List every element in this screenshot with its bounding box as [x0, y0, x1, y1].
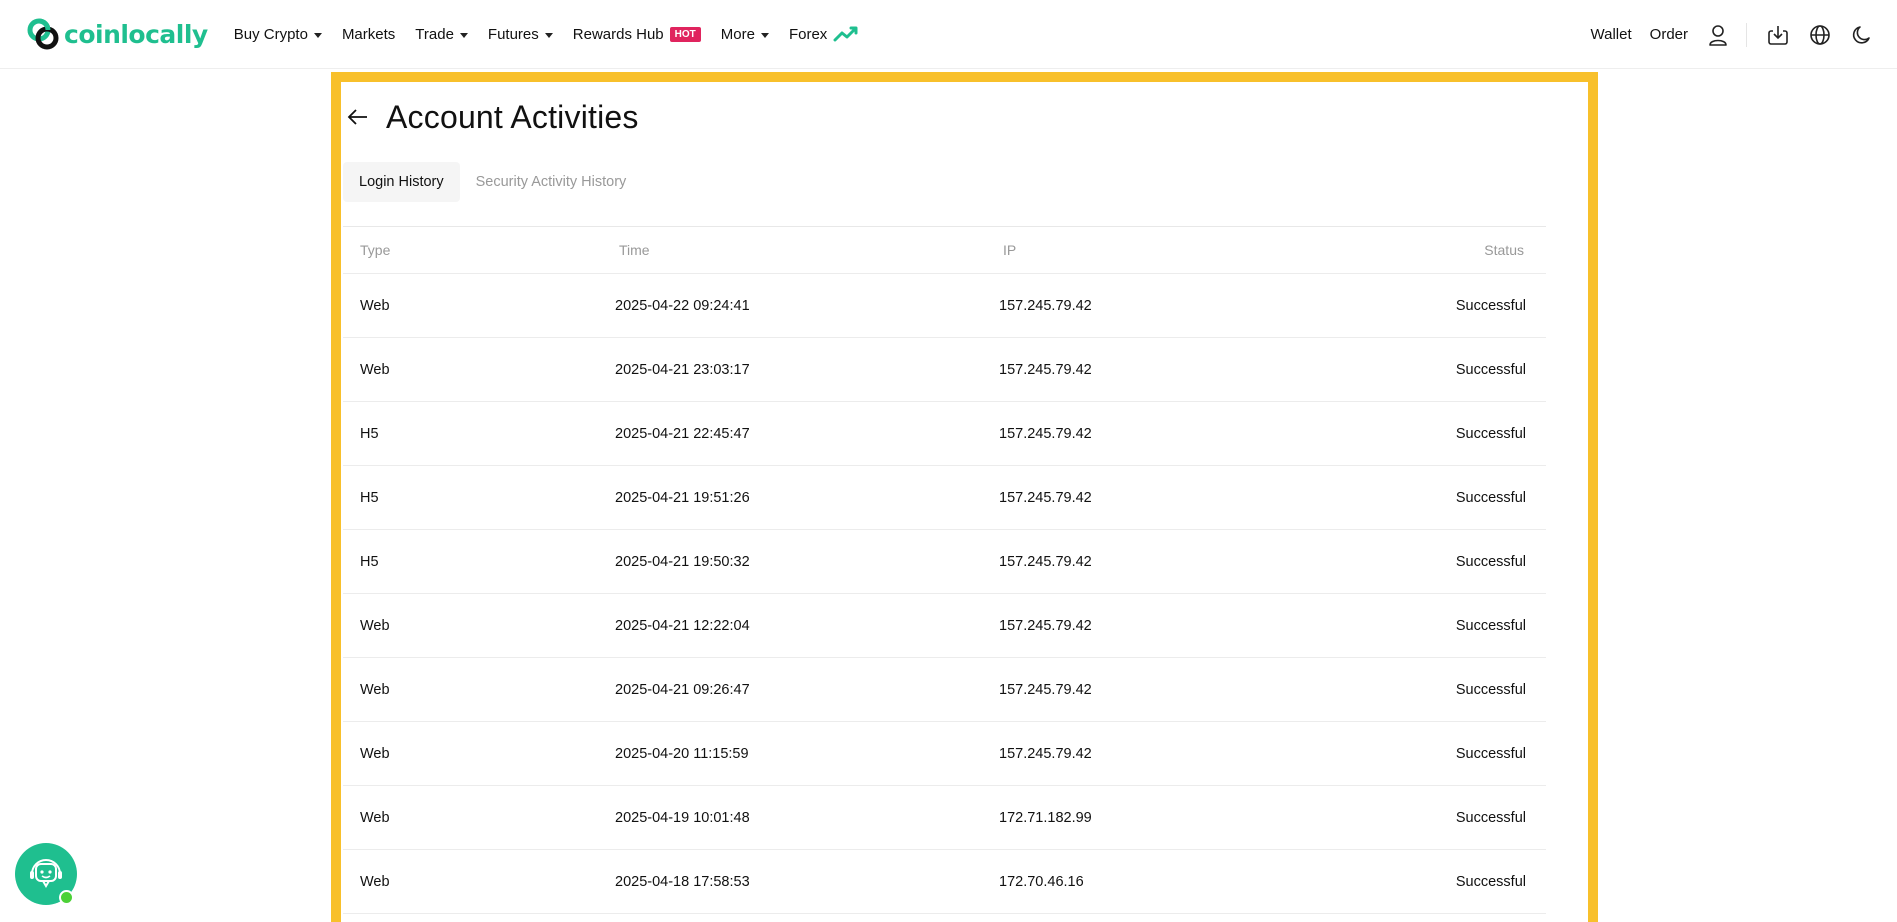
- cell-status: Successful: [1455, 489, 1526, 506]
- cell-ip: 157.245.79.42: [999, 553, 1092, 570]
- chevron-down-icon: [544, 32, 553, 38]
- cell-type: H5: [360, 425, 379, 442]
- tab-login-history[interactable]: Login History: [343, 162, 460, 202]
- cell-status: Successful: [1455, 745, 1526, 762]
- support-agent-icon: [30, 859, 62, 888]
- cell-ip: 157.245.79.42: [999, 425, 1092, 442]
- table-row: Web 2025-04-21 12:22:04 157.245.79.42 Su…: [343, 594, 1546, 658]
- chevron-down-icon: [313, 32, 322, 38]
- page-title: Account Activities: [386, 98, 639, 135]
- globe-icon[interactable]: [1809, 24, 1831, 46]
- cell-time: 2025-04-22 09:24:41: [615, 297, 750, 314]
- cell-status: Successful: [1455, 297, 1526, 314]
- nav-markets[interactable]: Markets: [342, 26, 395, 43]
- nav-markets-label: Markets: [341, 25, 396, 43]
- cell-status: Successful: [1455, 681, 1526, 698]
- table-row: H5 2025-04-21 22:45:47 157.245.79.42 Suc…: [343, 402, 1546, 466]
- nav-forex[interactable]: Forex: [789, 25, 863, 43]
- cell-type: Web: [360, 873, 390, 890]
- cell-time: 2025-04-21 09:26:47: [615, 681, 750, 698]
- cell-status: Successful: [1455, 617, 1526, 634]
- column-header-type: Type: [360, 242, 391, 258]
- moon-icon[interactable]: [1851, 24, 1873, 46]
- table-row: Web 2025-04-18 17:58:53 172.70.46.16 Suc…: [343, 850, 1546, 914]
- cell-time: 2025-04-21 19:51:26: [615, 489, 750, 506]
- cell-ip: 157.245.79.42: [999, 489, 1092, 506]
- nav-more-label: More: [720, 25, 755, 43]
- nav-rewards-hub-label: Rewards Hub: [572, 25, 664, 43]
- cell-ip: 172.70.46.16: [999, 873, 1084, 890]
- table-row: H5 2025-04-21 19:50:32 157.245.79.42 Suc…: [343, 530, 1546, 594]
- cell-type: H5: [360, 553, 379, 570]
- table-row: Web 2025-04-22 09:24:41 157.245.79.42 Su…: [343, 274, 1546, 338]
- header-right: Wallet Order: [1573, 0, 1873, 69]
- table-row: Web 2025-04-21 09:26:47 157.245.79.42 Su…: [343, 658, 1546, 722]
- cell-time: 2025-04-21 12:22:04: [615, 617, 750, 634]
- cell-type: Web: [360, 745, 390, 762]
- nav-futures[interactable]: Futures: [488, 26, 553, 43]
- activity-tabs: Login History Security Activity History: [343, 162, 1546, 202]
- chevron-down-icon: [760, 32, 769, 38]
- coinlocally-logo-icon: [27, 18, 59, 50]
- cell-type: H5: [360, 489, 379, 506]
- cell-time: 2025-04-18 17:58:53: [615, 873, 750, 890]
- brand-logo[interactable]: coinlocally: [26, 14, 208, 54]
- nav-forex-label: Forex: [788, 25, 828, 43]
- table-header: Type Time IP Status: [343, 227, 1546, 274]
- top-header: coinlocally Buy Crypto Markets Trade Fut…: [0, 0, 1897, 69]
- cell-ip: 157.245.79.42: [999, 681, 1092, 698]
- nav-trade[interactable]: Trade: [415, 26, 468, 43]
- cell-type: Web: [360, 297, 390, 314]
- user-icon[interactable]: [1708, 24, 1728, 46]
- nav-buy-crypto-label: Buy Crypto: [233, 25, 308, 43]
- table-row: Web 2025-04-20 11:15:59 157.245.79.42 Su…: [343, 722, 1546, 786]
- main-nav: Buy Crypto Markets Trade Futures Rewards…: [234, 0, 884, 69]
- title-row: Account Activities: [343, 82, 1546, 152]
- back-arrow-icon[interactable]: [345, 104, 371, 130]
- wallet-link[interactable]: Wallet: [1591, 26, 1632, 43]
- table-row: Web 2025-04-21 23:03:17 157.245.79.42 Su…: [343, 338, 1546, 402]
- cell-time: 2025-04-21 19:50:32: [615, 553, 750, 570]
- brand-name: coinlocally: [64, 19, 208, 49]
- cell-ip: 172.71.182.99: [999, 809, 1092, 826]
- table-row: H5 2025-04-21 19:51:26 157.245.79.42 Suc…: [343, 466, 1546, 530]
- online-status-dot: [59, 890, 74, 905]
- column-header-time: Time: [619, 242, 650, 258]
- cell-type: Web: [360, 361, 390, 378]
- account-activities-panel: Account Activities Login History Securit…: [343, 82, 1546, 914]
- column-header-status: Status: [1484, 242, 1524, 258]
- cell-status: Successful: [1455, 873, 1526, 890]
- table-row: Web 2025-04-19 10:01:48 172.71.182.99 Su…: [343, 786, 1546, 850]
- order-link[interactable]: Order: [1650, 26, 1688, 43]
- cell-status: Successful: [1455, 361, 1526, 378]
- cell-time: 2025-04-20 11:15:59: [615, 745, 749, 762]
- cell-time: 2025-04-21 23:03:17: [615, 361, 750, 378]
- cell-ip: 157.245.79.42: [999, 297, 1092, 314]
- cell-type: Web: [360, 681, 390, 698]
- hot-badge: HOT: [669, 26, 701, 42]
- cell-status: Successful: [1455, 553, 1526, 570]
- login-history-table: Type Time IP Status Web 2025-04-22 09:24…: [343, 226, 1546, 914]
- nav-trade-label: Trade: [415, 25, 454, 43]
- cell-ip: 157.245.79.42: [999, 745, 1092, 762]
- cell-type: Web: [360, 809, 390, 826]
- nav-more[interactable]: More: [721, 26, 769, 43]
- cell-status: Successful: [1455, 809, 1526, 826]
- header-divider: [1746, 22, 1747, 47]
- cell-time: 2025-04-19 10:01:48: [615, 809, 750, 826]
- tab-security-activity-history[interactable]: Security Activity History: [460, 162, 643, 202]
- trend-up-icon: [833, 26, 858, 42]
- nav-rewards-hub[interactable]: Rewards Hub HOT: [573, 26, 701, 43]
- nav-futures-label: Futures: [487, 25, 539, 43]
- cell-status: Successful: [1455, 425, 1526, 442]
- download-icon[interactable]: [1767, 24, 1789, 46]
- cell-type: Web: [360, 617, 390, 634]
- chevron-down-icon: [459, 32, 468, 38]
- cell-ip: 157.245.79.42: [999, 617, 1092, 634]
- column-header-ip: IP: [1003, 242, 1017, 258]
- nav-buy-crypto[interactable]: Buy Crypto: [234, 26, 322, 43]
- cell-time: 2025-04-21 22:45:47: [615, 425, 750, 442]
- cell-ip: 157.245.79.42: [999, 361, 1092, 378]
